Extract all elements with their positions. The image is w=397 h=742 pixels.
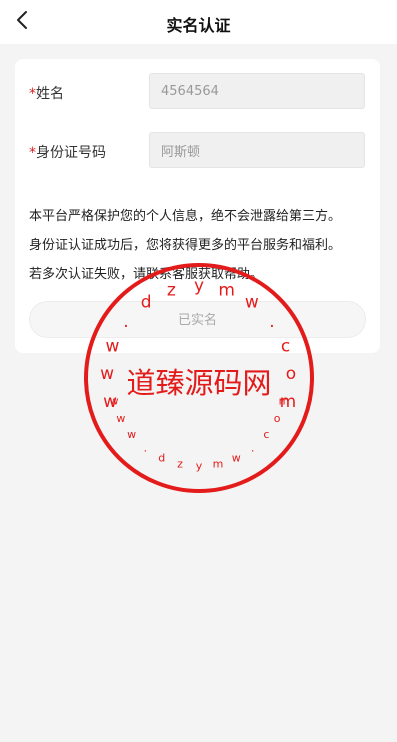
verified-button[interactable]: 已实名 — [29, 301, 366, 338]
name-label: *姓名 — [29, 86, 64, 102]
watermark-ring-letter: w — [103, 392, 117, 412]
watermark-ring-letter: y — [196, 460, 203, 473]
watermark-ring-letter: . — [251, 441, 255, 454]
page-title: 实名认证 — [166, 16, 231, 35]
watermark-ring-letter: . — [144, 441, 148, 454]
id-number-input[interactable] — [149, 132, 365, 168]
watermark-ring-letter: o — [274, 412, 281, 425]
watermark-ring-letter: m — [280, 392, 297, 412]
watermark-ring-letter: o — [286, 364, 296, 384]
verification-card: *姓名 *身份证号码 本平台严格保护您的个人信息，绝不会泄露给第三方。 身份证认… — [15, 59, 380, 353]
watermark-ring-letter: z — [177, 457, 183, 470]
watermark-ring-letter: w — [127, 428, 136, 441]
notice-line: 若多次认证失败，请联系客服获取帮助。 — [29, 267, 264, 282]
required-mark: * — [29, 145, 36, 161]
name-input[interactable] — [149, 73, 365, 109]
name-row: *姓名 — [15, 73, 380, 111]
id-number-row: *身份证号码 — [15, 132, 380, 170]
watermark-ring-letter: d — [158, 451, 165, 464]
watermark-ring-letter: w — [232, 451, 241, 464]
id-number-label: *身份证号码 — [29, 145, 106, 161]
nav-bar: 实名认证 — [0, 0, 397, 44]
watermark-ring-letter: w — [110, 394, 119, 407]
watermark-ring-letter: w — [116, 412, 125, 425]
watermark-ring-letter: w — [100, 364, 114, 384]
watermark-ring-letter: m — [279, 394, 290, 407]
watermark-center-text: 道臻源码网 — [126, 366, 271, 400]
notice-line: 身份证认证成功后，您将获得更多的平台服务和福利。 — [29, 238, 342, 253]
watermark-ring-letter: c — [263, 428, 269, 441]
required-mark: * — [29, 86, 36, 102]
notice-line: 本平台严格保护您的个人信息，绝不会泄露给第三方。 — [29, 209, 342, 224]
privacy-notice: 本平台严格保护您的个人信息，绝不会泄露给第三方。 身份证认证成功后，您将获得更多… — [29, 202, 374, 289]
watermark-ring-letter: m — [213, 457, 224, 470]
